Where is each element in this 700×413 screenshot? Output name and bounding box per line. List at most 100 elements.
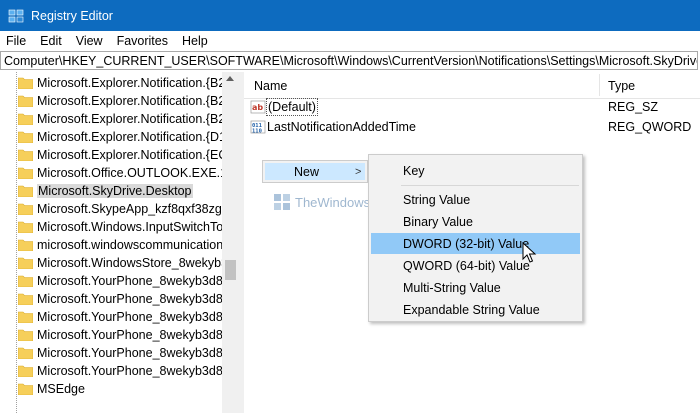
- tree-item[interactable]: Microsoft.Windows.InputSwitchToa: [18, 218, 223, 236]
- menu-view[interactable]: View: [69, 31, 110, 51]
- submenu-separator: [401, 185, 579, 186]
- value-type: REG_QWORD: [608, 120, 692, 134]
- context-menu: New >: [262, 160, 368, 183]
- tree-item-label: Microsoft.Explorer.Notification.{EC: [37, 148, 223, 162]
- folder-icon: [18, 95, 33, 107]
- menu-help[interactable]: Help: [175, 31, 215, 51]
- menu-favorites[interactable]: Favorites: [110, 31, 175, 51]
- value-type: REG_SZ: [608, 100, 659, 114]
- folder-icon: [18, 311, 33, 323]
- folder-icon: [18, 293, 33, 305]
- tree-item-label: Microsoft.SkyDrive.Desktop: [37, 184, 193, 198]
- column-name[interactable]: Name: [244, 72, 287, 98]
- tree-item-label: Microsoft.Explorer.Notification.{D1: [37, 130, 223, 144]
- tree-item[interactable]: Microsoft.SkypeApp_kzf8qxf38zg5c: [18, 200, 223, 218]
- tree-item-label: Microsoft.Explorer.Notification.{B2: [37, 112, 223, 126]
- menu-edit[interactable]: Edit: [33, 31, 69, 51]
- tree-scrollbar[interactable]: [222, 72, 239, 413]
- submenu-item-dword-value[interactable]: DWORD (32-bit) Value: [371, 233, 580, 254]
- tree-item-label: Microsoft.Windows.InputSwitchToa: [37, 220, 223, 234]
- scroll-thumb[interactable]: [225, 260, 236, 280]
- menu-file[interactable]: File: [0, 31, 33, 51]
- key-tree[interactable]: Microsoft.Explorer.Notification.{B2 Micro…: [0, 72, 240, 413]
- folder-icon: [18, 221, 33, 233]
- address-bar[interactable]: Computer\HKEY_CURRENT_USER\SOFTWARE\Micr…: [0, 51, 698, 70]
- value-name: LastNotificationAddedTime: [267, 120, 416, 134]
- svg-text:110: 110: [252, 129, 262, 135]
- tree-item[interactable]: Microsoft.YourPhone_8wekyb3d8b: [18, 344, 223, 362]
- title-bar: Registry Editor: [0, 0, 700, 31]
- folder-icon: [18, 383, 33, 395]
- folder-icon: [18, 257, 33, 269]
- tree-item[interactable]: Microsoft.WindowsStore_8wekyb3c: [18, 254, 223, 272]
- submenu-item-label: Multi-String Value: [403, 281, 501, 295]
- list-header: Name Type: [244, 72, 700, 99]
- tree-item[interactable]: Microsoft.YourPhone_8wekyb3d8b: [18, 272, 223, 290]
- tree-item[interactable]: Microsoft.YourPhone_8wekyb3d8b: [18, 362, 223, 380]
- svg-text:ab: ab: [252, 103, 263, 112]
- folder-icon: [18, 131, 33, 143]
- submenu-item-string-value[interactable]: String Value: [371, 189, 580, 210]
- tree-item[interactable]: Microsoft.YourPhone_8wekyb3d8b: [18, 308, 223, 326]
- submenu-item-qword-value[interactable]: QWORD (64-bit) Value: [371, 255, 580, 276]
- folder-icon: [18, 275, 33, 287]
- menu-bar: File Edit View Favorites Help: [0, 31, 700, 51]
- folder-icon: [18, 239, 33, 251]
- value-row-lastnotification[interactable]: 011 110 LastNotificationAddedTime REG_QW…: [244, 118, 700, 136]
- tree-item[interactable]: Microsoft.Office.OUTLOOK.EXE.15: [18, 164, 223, 182]
- tree-item[interactable]: Microsoft.YourPhone_8wekyb3d8b: [18, 326, 223, 344]
- column-type[interactable]: Type: [598, 72, 635, 98]
- tree-item-label: Microsoft.YourPhone_8wekyb3d8b: [37, 292, 223, 306]
- submenu-item-key[interactable]: Key: [371, 160, 580, 181]
- submenu-item-label: String Value: [403, 193, 471, 207]
- folder-icon: [18, 203, 33, 215]
- tree-item[interactable]: microsoft.windowscommunication: [18, 236, 223, 254]
- folder-icon: [18, 329, 33, 341]
- binary-value-icon: 011 110: [250, 120, 266, 135]
- submenu-item-expandable-string-value[interactable]: Expandable String Value: [371, 299, 580, 320]
- tree-item-label: Microsoft.Explorer.Notification.{B2: [37, 76, 223, 90]
- submenu-item-label: QWORD (64-bit) Value: [403, 259, 530, 273]
- tree-item[interactable]: Microsoft.YourPhone_8wekyb3d8b: [18, 290, 223, 308]
- tree-lines: [0, 72, 17, 413]
- string-value-icon: ab: [250, 100, 266, 114]
- submenu-item-label: Expandable String Value: [403, 303, 540, 317]
- tree-item-label: microsoft.windowscommunication: [37, 238, 223, 252]
- address-path: Computer\HKEY_CURRENT_USER\SOFTWARE\Micr…: [4, 54, 698, 68]
- tree-item-label: Microsoft.SkypeApp_kzf8qxf38zg5c: [37, 202, 223, 216]
- submenu-item-multi-string-value[interactable]: Multi-String Value: [371, 277, 580, 298]
- folder-icon: [18, 77, 33, 89]
- tree-item[interactable]: Microsoft.Explorer.Notification.{EC: [18, 146, 223, 164]
- context-menu-new-label: New: [294, 165, 320, 179]
- tree-item-label: Microsoft.Office.OUTLOOK.EXE.15: [37, 166, 223, 180]
- folder-icon: [18, 113, 33, 125]
- tree-item-label: Microsoft.YourPhone_8wekyb3d8b: [37, 346, 223, 360]
- tree-item[interactable]: Microsoft.SkyDrive.Desktop: [18, 182, 223, 200]
- mouse-cursor-icon: [522, 242, 537, 263]
- submenu-item-label: Key: [403, 164, 425, 178]
- registry-editor-icon: [8, 9, 24, 22]
- folder-icon: [18, 185, 33, 197]
- folder-icon: [18, 167, 33, 179]
- window-title: Registry Editor: [31, 8, 113, 23]
- value-name: (Default): [266, 98, 318, 116]
- tree-item[interactable]: Microsoft.Explorer.Notification.{D1: [18, 128, 223, 146]
- tree-item-label: Microsoft.WindowsStore_8wekyb3c: [37, 256, 223, 270]
- submenu-item-label: Binary Value: [403, 215, 473, 229]
- folder-icon: [18, 347, 33, 359]
- tree-item[interactable]: MSEdge: [18, 380, 223, 398]
- tree-item[interactable]: Microsoft.Explorer.Notification.{B2: [18, 92, 223, 110]
- folder-icon: [18, 149, 33, 161]
- submenu-item-binary-value[interactable]: Binary Value: [371, 211, 580, 232]
- submenu-item-label: DWORD (32-bit) Value: [403, 237, 530, 251]
- scroll-up-icon[interactable]: [226, 76, 234, 81]
- chevron-right-icon: >: [355, 166, 362, 178]
- tree-item[interactable]: Microsoft.Explorer.Notification.{B2: [18, 110, 223, 128]
- tree-item[interactable]: Microsoft.Explorer.Notification.{B2: [18, 74, 223, 92]
- value-row-default[interactable]: ab (Default) REG_SZ: [244, 98, 700, 116]
- tree-item-label: Microsoft.Explorer.Notification.{B2: [37, 94, 223, 108]
- tree-item-label: MSEdge: [37, 382, 85, 396]
- folder-icon: [18, 365, 33, 377]
- new-submenu: Key String Value Binary Value DWORD (32-…: [368, 154, 583, 322]
- tree-item-label: Microsoft.YourPhone_8wekyb3d8b: [37, 328, 223, 342]
